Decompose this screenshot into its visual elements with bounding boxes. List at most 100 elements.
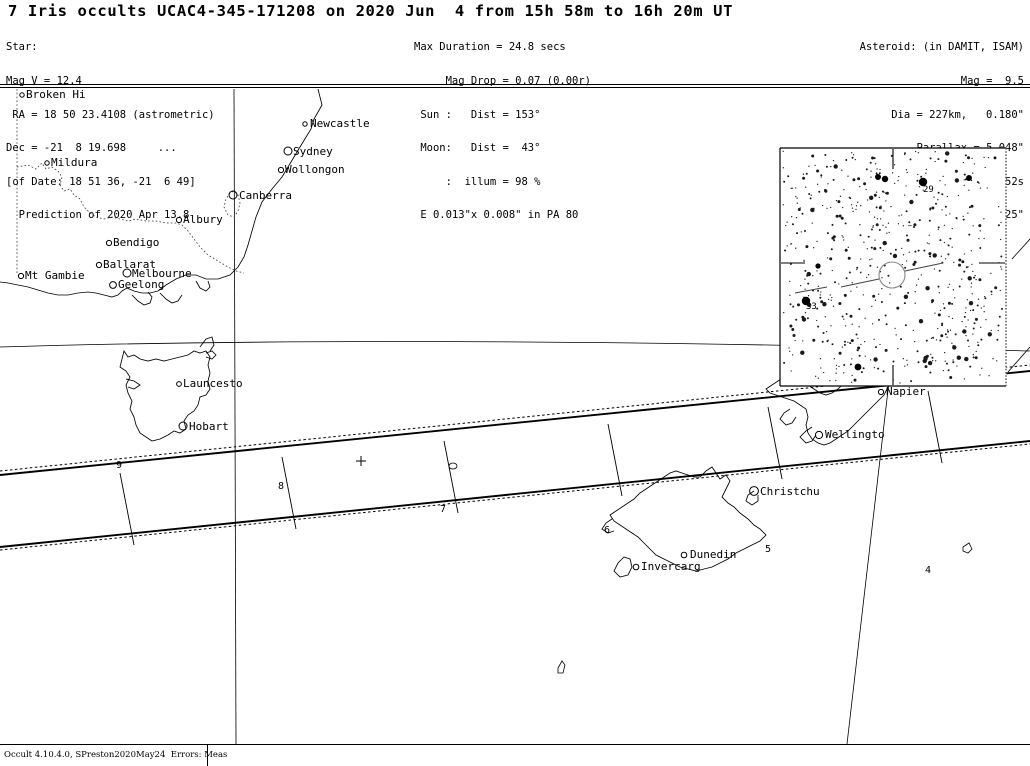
star-point (817, 325, 820, 328)
city-label: Broken Hi (26, 89, 86, 101)
city-dot (302, 121, 308, 127)
star-point (835, 364, 838, 367)
star-point (971, 293, 973, 295)
map-symbols (356, 456, 366, 466)
star-point (878, 318, 880, 321)
star-point (835, 372, 837, 374)
coast-banks-peninsula (745, 490, 759, 506)
star-point (928, 234, 930, 236)
header-divider-lower (0, 87, 1030, 88)
star-point (937, 191, 940, 194)
coast-flinders-island (199, 336, 215, 352)
coast-port-phillip (131, 291, 153, 306)
star-point (880, 301, 883, 303)
island-small-ellipse (448, 462, 458, 470)
star-point (968, 345, 970, 348)
star-point (879, 343, 881, 346)
star-point (837, 200, 841, 204)
star-point (977, 341, 979, 343)
star-point (906, 238, 910, 242)
star-point (831, 296, 833, 299)
star-point (824, 316, 826, 318)
star-point (939, 180, 941, 182)
star-point (795, 216, 798, 219)
star-point (967, 266, 969, 268)
star-point (795, 195, 797, 198)
star-point (958, 285, 961, 288)
star-point (965, 307, 967, 309)
star-point (931, 301, 934, 304)
star-point (903, 294, 909, 299)
star-point (937, 226, 940, 229)
star-point (968, 233, 971, 236)
star-point (897, 223, 900, 225)
city-dot (178, 421, 188, 431)
star-point (817, 377, 819, 379)
star-point (838, 283, 840, 285)
star-point (851, 282, 853, 284)
graticule-meridian-3 (846, 346, 894, 744)
star-point (946, 329, 949, 331)
star-point (794, 339, 796, 342)
star-point (786, 221, 788, 223)
star-point (879, 246, 882, 249)
star-point (874, 163, 877, 165)
star-point (850, 204, 853, 206)
star-point (788, 347, 790, 349)
star-point (833, 164, 838, 169)
city-dot (814, 430, 824, 440)
asteroid-line-0: Asteroid: (in DAMIT, ISAM) (859, 41, 1024, 54)
star-point (997, 324, 1000, 327)
star-point (878, 196, 880, 199)
city-marker: Geelong (109, 278, 164, 291)
star-point (827, 183, 829, 185)
star-point (906, 364, 909, 366)
star-point (885, 192, 887, 195)
star-point (901, 247, 903, 250)
star-point (804, 230, 806, 232)
star-point (889, 293, 891, 295)
star-point (952, 289, 954, 291)
star-point (792, 334, 796, 337)
star-point (789, 294, 791, 296)
star-point (841, 169, 843, 171)
starfield-inset-panel[interactable]: 29 33 (779, 147, 1007, 387)
star-point (972, 354, 974, 356)
ocean-islands (448, 462, 973, 674)
star-point (902, 254, 905, 256)
star-point (975, 278, 977, 281)
star-point (909, 199, 914, 205)
city-label: Albury (183, 213, 223, 226)
star-point (875, 191, 878, 193)
star-point (898, 175, 900, 178)
footer-vertical-divider (207, 745, 208, 766)
star-point (904, 365, 906, 367)
star-point (963, 173, 966, 176)
star-point (832, 159, 835, 162)
star-point (856, 268, 858, 271)
star-point (977, 298, 980, 300)
star-point (805, 186, 807, 188)
footer-credit: Occult 4.10.4.0, SPreston2020May24 Error… (4, 750, 228, 760)
star-point (985, 318, 987, 321)
star-point (937, 228, 939, 231)
star-point (943, 351, 946, 354)
city-marker: Launcesto (176, 377, 243, 390)
star-point (863, 241, 865, 243)
star-point (962, 218, 965, 221)
star-point (913, 340, 916, 343)
star-point (802, 173, 805, 175)
star-point (885, 323, 888, 326)
star-point (958, 263, 961, 267)
star-point (831, 269, 833, 272)
star-point (983, 305, 985, 307)
star-point (869, 161, 872, 164)
star-point (901, 263, 903, 266)
star-point (830, 206, 832, 209)
star-point (827, 298, 830, 301)
star-point (791, 223, 794, 226)
star-point (786, 245, 788, 247)
star-point (885, 226, 887, 228)
star-point (849, 363, 852, 366)
star-point (952, 361, 955, 364)
